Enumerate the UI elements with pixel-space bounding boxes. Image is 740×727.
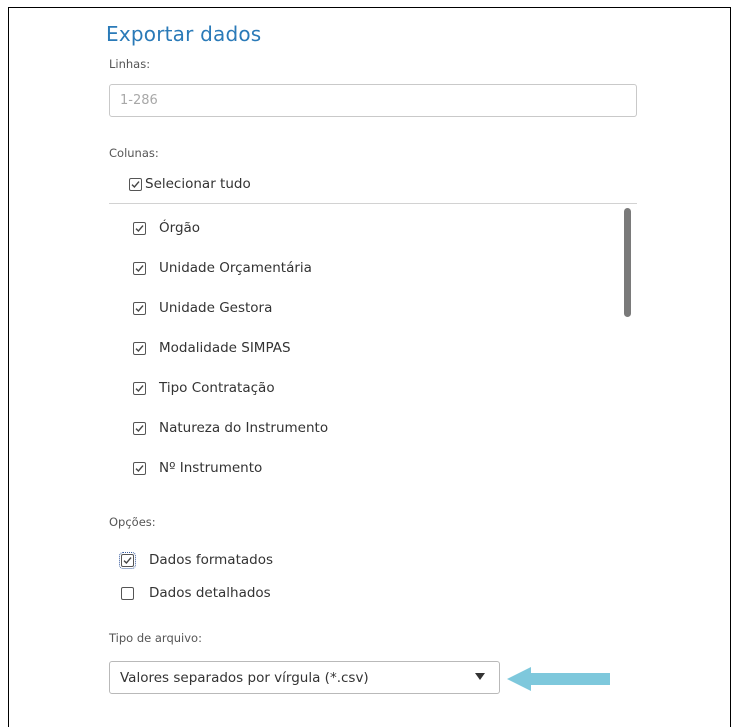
column-label: Unidade Orçamentária [159, 260, 312, 276]
file-type-select[interactable]: Valores separados por vírgula (*.csv) [109, 661, 500, 694]
options-label: Opções: [109, 515, 156, 529]
list-item[interactable]: Unidade Orçamentária [109, 247, 619, 285]
column-label: Órgão [159, 220, 201, 236]
list-item[interactable]: Nº Instrumento [109, 447, 619, 485]
file-type-value: Valores separados por vírgula (*.csv) [120, 670, 369, 686]
column-checkbox[interactable] [133, 422, 146, 435]
columns-list: Órgão Unidade Orçamentária Unidade Gesto… [109, 204, 637, 492]
detailed-data-checkbox[interactable] [121, 587, 134, 600]
checkmark-icon [135, 465, 144, 473]
column-checkbox[interactable] [133, 382, 146, 395]
select-all-checkbox[interactable] [129, 178, 142, 191]
list-item[interactable]: Tipo Contratação [109, 367, 619, 405]
column-checkbox[interactable] [133, 342, 146, 355]
list-item[interactable]: Órgão [109, 207, 619, 245]
select-all-label: Selecionar tudo [145, 176, 251, 192]
column-checkbox[interactable] [133, 262, 146, 275]
column-label: Unidade Gestora [159, 300, 273, 316]
list-item[interactable]: Unidade Gestora [109, 287, 619, 325]
checkmark-icon [135, 425, 144, 433]
list-item[interactable]: Natureza do Instrumento [109, 407, 619, 445]
column-label: Nº Instrumento [159, 460, 263, 476]
column-checkbox[interactable] [133, 222, 146, 235]
checkmark-icon [123, 557, 132, 565]
column-label: Modalidade SIMPAS [159, 340, 291, 356]
rows-input[interactable] [109, 84, 637, 117]
file-type-label: Tipo de arquivo: [109, 631, 202, 645]
column-checkbox[interactable] [133, 302, 146, 315]
checkmark-icon [135, 305, 144, 313]
checkmark-icon [135, 265, 144, 273]
detailed-data-label: Dados detalhados [149, 585, 271, 601]
column-checkbox[interactable] [133, 462, 146, 475]
list-scrollbar[interactable] [624, 208, 631, 317]
checkmark-icon [135, 345, 144, 353]
dialog-title: Exportar dados [106, 22, 262, 46]
formatted-data-label: Dados formatados [149, 552, 273, 568]
pointer-arrow-icon [507, 667, 610, 691]
rows-label: Linhas: [109, 57, 151, 71]
column-label: Natureza do Instrumento [159, 420, 329, 436]
list-item[interactable]: Modalidade SIMPAS [109, 327, 619, 365]
checkmark-icon [135, 385, 144, 393]
columns-label: Colunas: [109, 146, 159, 160]
column-label: Tipo Contratação [159, 380, 275, 396]
formatted-data-checkbox[interactable] [119, 552, 136, 569]
dropdown-arrow-icon [475, 673, 485, 680]
checkmark-icon [135, 225, 144, 233]
checkmark-icon [131, 181, 140, 189]
